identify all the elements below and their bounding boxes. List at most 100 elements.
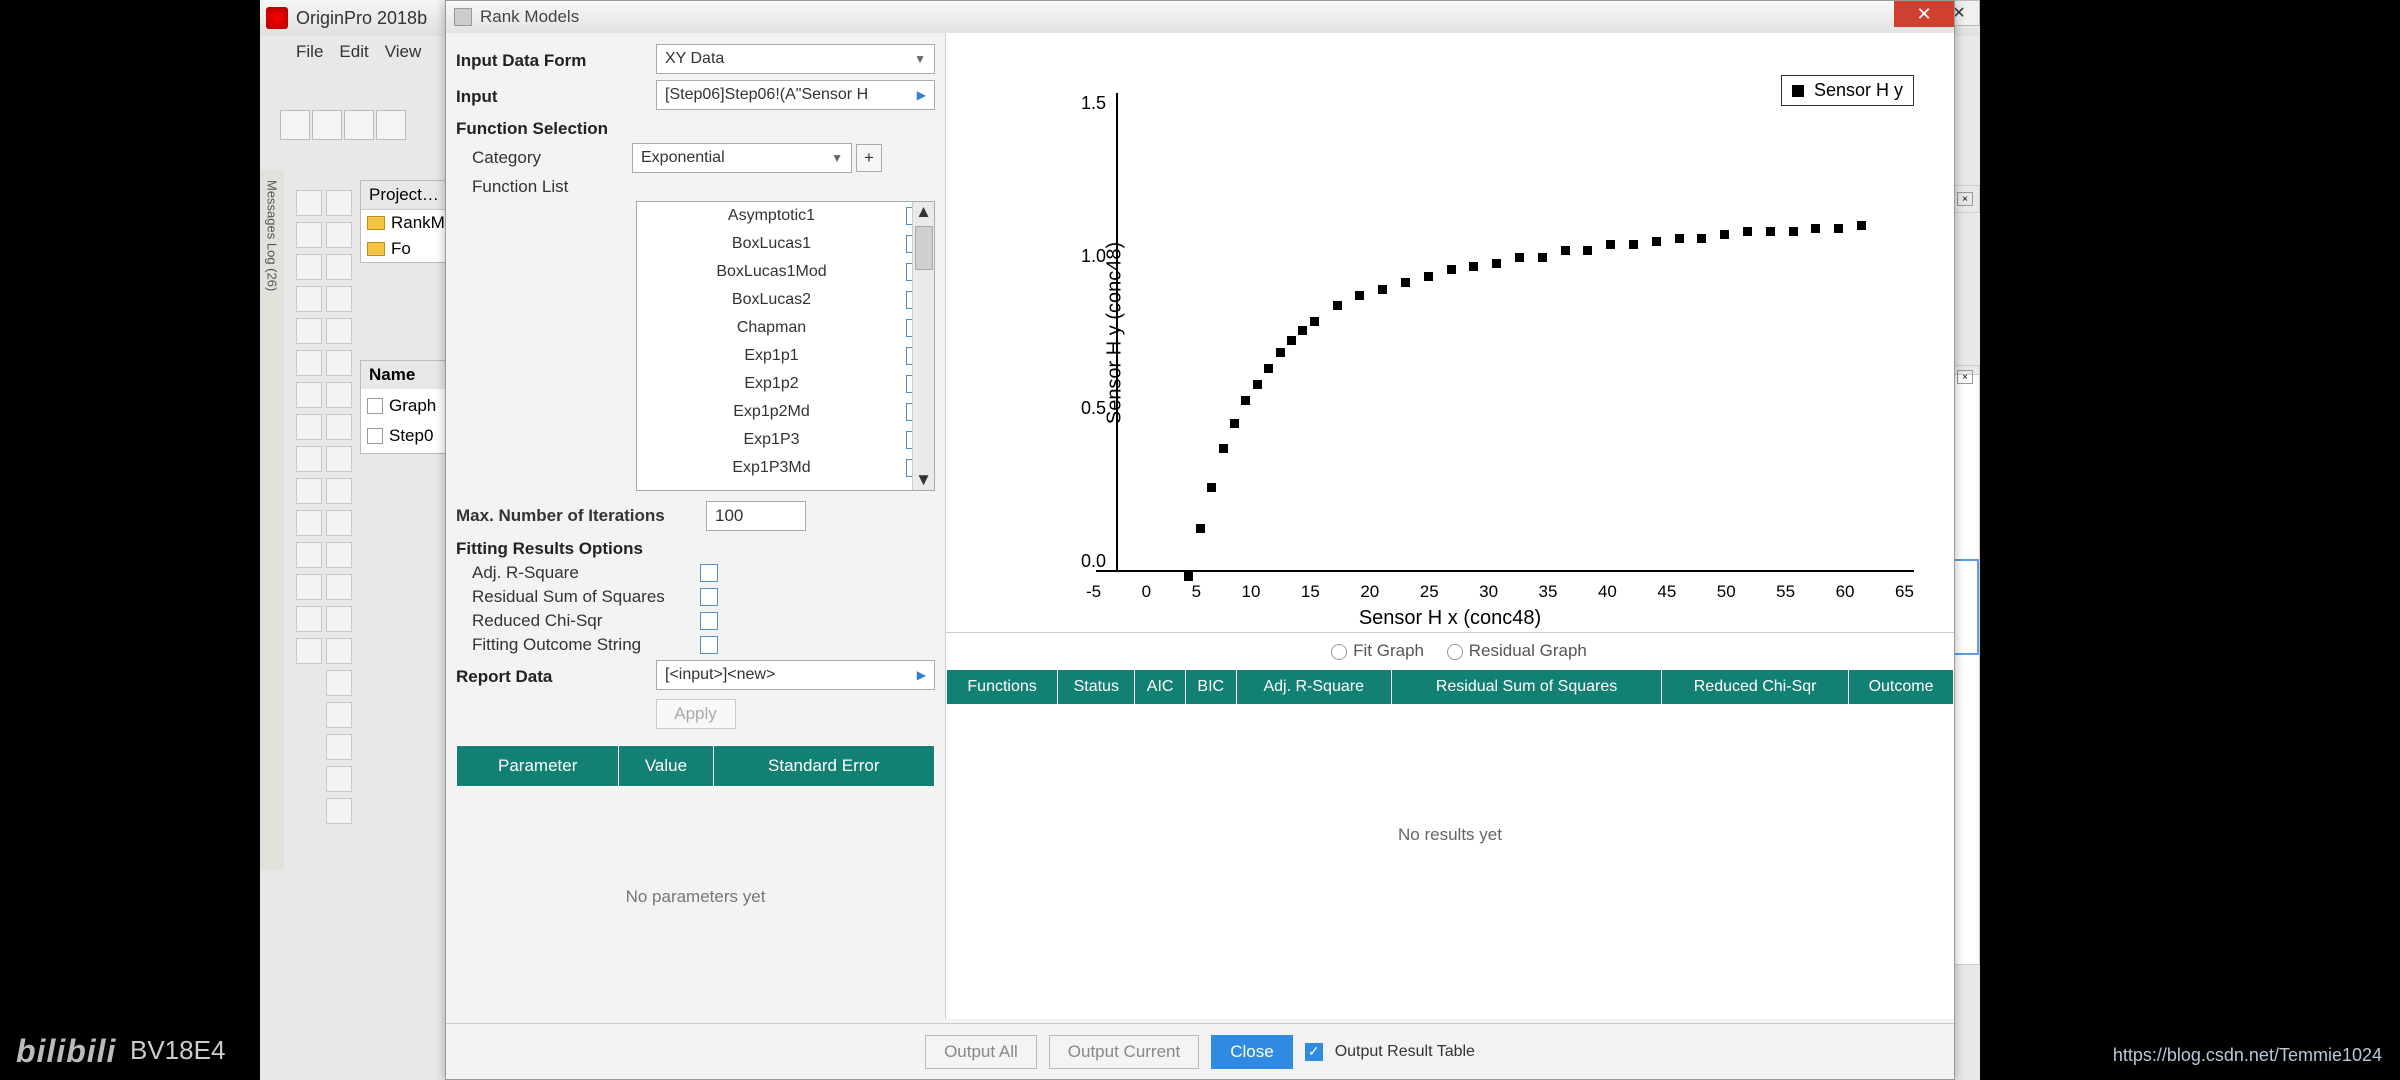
function-row[interactable]: Exp1p2Md bbox=[637, 398, 934, 426]
menu-file[interactable]: File bbox=[296, 42, 323, 62]
data-point bbox=[1743, 227, 1752, 236]
line-tool[interactable] bbox=[296, 478, 322, 504]
region-tool[interactable] bbox=[296, 382, 322, 408]
option-checkbox[interactable] bbox=[700, 612, 718, 630]
tool-btn[interactable] bbox=[326, 254, 352, 280]
toolbar-btn[interactable] bbox=[312, 110, 342, 140]
tool-btn[interactable] bbox=[326, 638, 352, 664]
data-point bbox=[1184, 572, 1193, 581]
freehand-tool[interactable] bbox=[296, 638, 322, 664]
results-col: Status bbox=[1058, 670, 1135, 705]
function-row[interactable]: BoxLucas1Mod bbox=[637, 258, 934, 286]
tool-btn[interactable] bbox=[326, 606, 352, 632]
function-name: Exp1p1 bbox=[637, 347, 906, 365]
messages-log-tab[interactable]: Messages Log (26) bbox=[260, 170, 284, 870]
x-axis-title: Sensor H x (conc48) bbox=[946, 607, 1954, 630]
dialog-close-button[interactable]: ✕ bbox=[1894, 1, 1954, 27]
dialog-titlebar[interactable]: Rank Models bbox=[446, 1, 1954, 33]
tool-btn[interactable] bbox=[326, 542, 352, 568]
toolbar-btn[interactable] bbox=[376, 110, 406, 140]
function-row[interactable]: Asymptotic1 bbox=[637, 202, 934, 230]
option-checkbox[interactable] bbox=[700, 588, 718, 606]
output-result-checkbox[interactable]: ✓ bbox=[1305, 1043, 1323, 1061]
tool-btn[interactable] bbox=[326, 510, 352, 536]
category-combo[interactable]: Exponential▼ bbox=[632, 143, 852, 173]
reader-tool[interactable] bbox=[296, 286, 322, 312]
option-checkbox[interactable] bbox=[700, 636, 718, 654]
output-all-button[interactable]: Output All bbox=[925, 1035, 1037, 1069]
rect-tool[interactable] bbox=[296, 542, 322, 568]
text-tool[interactable] bbox=[296, 414, 322, 440]
scroll-up-icon[interactable]: ▲ bbox=[915, 202, 932, 222]
output-current-button[interactable]: Output Current bbox=[1049, 1035, 1199, 1069]
close-icon[interactable]: × bbox=[1957, 370, 1973, 384]
tool-btn[interactable] bbox=[326, 318, 352, 344]
app-logo bbox=[266, 7, 288, 29]
function-row[interactable]: Exp1P3 bbox=[637, 426, 934, 454]
input-range-field[interactable]: [Step06]Step06!(A"Sensor H▶ bbox=[656, 80, 935, 110]
apply-button[interactable]: Apply bbox=[656, 699, 736, 729]
data-point bbox=[1697, 234, 1706, 243]
toolbar-btn[interactable] bbox=[280, 110, 310, 140]
tool-btn[interactable] bbox=[326, 446, 352, 472]
tool-btn[interactable] bbox=[326, 286, 352, 312]
function-row[interactable]: Exp1p1 bbox=[637, 342, 934, 370]
scroll-down-icon[interactable]: ▼ bbox=[915, 470, 932, 490]
mask-tool[interactable] bbox=[296, 350, 322, 376]
menu-view[interactable]: View bbox=[385, 42, 422, 62]
scroll-thumb[interactable] bbox=[915, 226, 933, 270]
tool-btn[interactable] bbox=[326, 734, 352, 760]
report-data-field[interactable]: [<input>]<new>▶ bbox=[656, 660, 935, 690]
data-point bbox=[1447, 265, 1456, 274]
data-point bbox=[1583, 246, 1592, 255]
tool-btn[interactable] bbox=[326, 190, 352, 216]
dialog-title: Rank Models bbox=[480, 7, 579, 27]
circle-tool[interactable] bbox=[296, 574, 322, 600]
pan-tool[interactable] bbox=[296, 254, 322, 280]
data-point bbox=[1355, 291, 1364, 300]
data-point bbox=[1652, 237, 1661, 246]
close-button[interactable]: Close bbox=[1211, 1035, 1292, 1069]
toolbar-btn[interactable] bbox=[344, 110, 374, 140]
draw-tool[interactable] bbox=[296, 446, 322, 472]
workbook-icon bbox=[367, 428, 383, 444]
tool-btn[interactable] bbox=[326, 478, 352, 504]
tool-btn[interactable] bbox=[326, 766, 352, 792]
tool-btn[interactable] bbox=[326, 798, 352, 824]
residual-graph-radio[interactable] bbox=[1447, 644, 1463, 660]
x-tick-labels: -505101520253035404550556065 bbox=[1086, 582, 1914, 602]
menu-edit[interactable]: Edit bbox=[339, 42, 368, 62]
function-list-scrollbar[interactable]: ▲▼ bbox=[912, 202, 934, 490]
data-point bbox=[1766, 227, 1775, 236]
max-iterations-input[interactable]: 100 bbox=[706, 501, 806, 531]
add-category-button[interactable]: + bbox=[856, 144, 882, 172]
zoom-tool[interactable] bbox=[296, 222, 322, 248]
range-select-icon[interactable]: ▶ bbox=[917, 668, 926, 682]
function-row[interactable]: Exp1P3Md bbox=[637, 454, 934, 482]
tool-btn[interactable] bbox=[326, 574, 352, 600]
function-row[interactable]: Exp1p2 bbox=[637, 370, 934, 398]
input-data-form-combo[interactable]: XY Data▼ bbox=[656, 44, 935, 74]
watermark-id: BV18E4 bbox=[130, 1035, 225, 1066]
function-row[interactable]: BoxLucas1 bbox=[637, 230, 934, 258]
tool-btn[interactable] bbox=[326, 382, 352, 408]
function-row[interactable]: BoxLucas2 bbox=[637, 286, 934, 314]
cursor-tool[interactable] bbox=[296, 318, 322, 344]
pointer-tool[interactable] bbox=[296, 190, 322, 216]
app-title: OriginPro 2018b bbox=[296, 8, 427, 29]
combo-value: XY Data bbox=[665, 50, 724, 68]
results-col: Reduced Chi-Sqr bbox=[1662, 670, 1849, 705]
fit-graph-radio[interactable] bbox=[1331, 644, 1347, 660]
arrow-tool[interactable] bbox=[296, 510, 322, 536]
tool-btn[interactable] bbox=[326, 414, 352, 440]
range-select-icon[interactable]: ▶ bbox=[917, 88, 926, 102]
option-checkbox[interactable] bbox=[700, 564, 718, 582]
tool-btn[interactable] bbox=[326, 670, 352, 696]
data-point bbox=[1424, 272, 1433, 281]
tool-btn[interactable] bbox=[326, 222, 352, 248]
poly-tool[interactable] bbox=[296, 606, 322, 632]
tool-btn[interactable] bbox=[326, 702, 352, 728]
tool-btn[interactable] bbox=[326, 350, 352, 376]
close-icon[interactable]: × bbox=[1957, 192, 1973, 206]
function-row[interactable]: Chapman bbox=[637, 314, 934, 342]
